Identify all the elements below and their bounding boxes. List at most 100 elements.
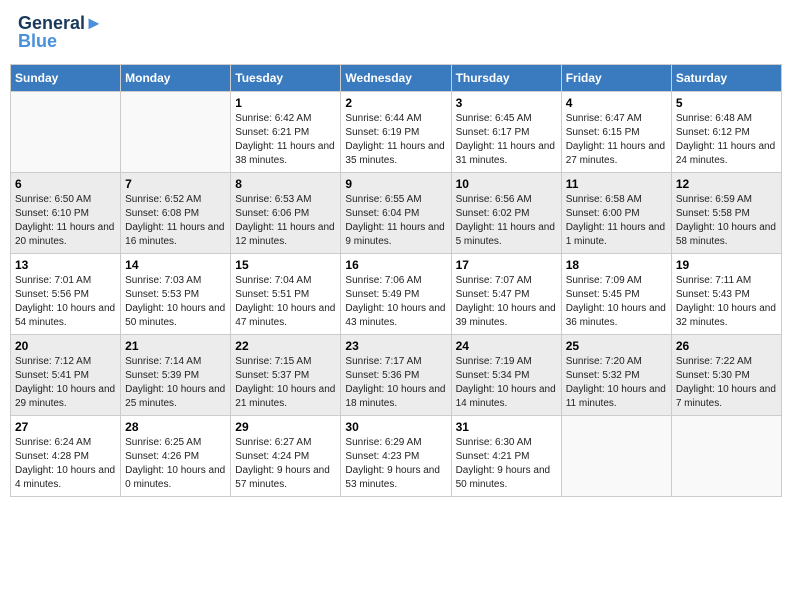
day-info: Sunrise: 6:47 AMSunset: 6:15 PMDaylight:… [566, 112, 667, 168]
day-number: 28 [125, 420, 226, 434]
day-number: 14 [125, 258, 226, 272]
day-number: 16 [345, 258, 446, 272]
day-number: 22 [235, 339, 336, 353]
day-number: 12 [676, 177, 777, 191]
day-info: Sunrise: 7:11 AMSunset: 5:43 PMDaylight:… [676, 274, 777, 330]
day-number: 2 [345, 96, 446, 110]
day-info: Sunrise: 6:48 AMSunset: 6:12 PMDaylight:… [676, 112, 777, 168]
day-info: Sunrise: 7:20 AMSunset: 5:32 PMDaylight:… [566, 355, 667, 411]
day-number: 31 [456, 420, 557, 434]
day-info: Sunrise: 6:55 AMSunset: 6:04 PMDaylight:… [345, 193, 446, 249]
day-info: Sunrise: 7:03 AMSunset: 5:53 PMDaylight:… [125, 274, 226, 330]
calendar-cell: 17 Sunrise: 7:07 AMSunset: 5:47 PMDayligh… [451, 253, 561, 334]
day-info: Sunrise: 6:42 AMSunset: 6:21 PMDaylight:… [235, 112, 336, 168]
day-number: 7 [125, 177, 226, 191]
day-number: 13 [15, 258, 116, 272]
day-info: Sunrise: 7:22 AMSunset: 5:30 PMDaylight:… [676, 355, 777, 411]
day-info: Sunrise: 7:17 AMSunset: 5:36 PMDaylight:… [345, 355, 446, 411]
calendar-cell: 26 Sunrise: 7:22 AMSunset: 5:30 PMDayligh… [671, 334, 781, 415]
day-info: Sunrise: 7:15 AMSunset: 5:37 PMDaylight:… [235, 355, 336, 411]
calendar-cell [121, 91, 231, 172]
calendar-cell: 15 Sunrise: 7:04 AMSunset: 5:51 PMDayligh… [231, 253, 341, 334]
weekday-header-saturday: Saturday [671, 64, 781, 91]
calendar-cell: 16Sunrise: 7:06 AMSunset: 5:49 PMDayligh… [341, 253, 451, 334]
day-number: 1 [235, 96, 336, 110]
day-info: Sunrise: 6:58 AMSunset: 6:00 PMDaylight:… [566, 193, 667, 249]
calendar-cell: 7 Sunrise: 6:52 AMSunset: 6:08 PMDaylight… [121, 172, 231, 253]
calendar-cell: 4 Sunrise: 6:47 AMSunset: 6:15 PMDaylight… [561, 91, 671, 172]
day-number: 23 [345, 339, 446, 353]
day-info: Sunrise: 6:45 AMSunset: 6:17 PMDaylight:… [456, 112, 557, 168]
day-info: Sunrise: 6:44 AMSunset: 6:19 PMDaylight:… [345, 112, 446, 168]
day-number: 19 [676, 258, 777, 272]
calendar-cell: 2 Sunrise: 6:44 AMSunset: 6:19 PMDaylight… [341, 91, 451, 172]
day-number: 3 [456, 96, 557, 110]
day-info: Sunrise: 7:01 AMSunset: 5:56 PMDaylight:… [15, 274, 116, 330]
calendar-cell [561, 415, 671, 496]
day-number: 24 [456, 339, 557, 353]
day-number: 9 [345, 177, 446, 191]
weekday-header-wednesday: Wednesday [341, 64, 451, 91]
weekday-header-monday: Monday [121, 64, 231, 91]
page-header: General► Blue [10, 10, 782, 56]
day-number: 26 [676, 339, 777, 353]
day-number: 5 [676, 96, 777, 110]
calendar-cell: 3 Sunrise: 6:45 AMSunset: 6:17 PMDaylight… [451, 91, 561, 172]
day-info: Sunrise: 6:53 AMSunset: 6:06 PMDaylight:… [235, 193, 336, 249]
calendar-cell: 30Sunrise: 6:29 AMSunset: 4:23 PMDayligh… [341, 415, 451, 496]
calendar-cell: 9 Sunrise: 6:55 AMSunset: 6:04 PMDaylight… [341, 172, 451, 253]
calendar-cell [11, 91, 121, 172]
day-info: Sunrise: 7:09 AMSunset: 5:45 PMDaylight:… [566, 274, 667, 330]
weekday-header-thursday: Thursday [451, 64, 561, 91]
calendar-cell: 6 Sunrise: 6:50 AMSunset: 6:10 PMDaylight… [11, 172, 121, 253]
day-info: Sunrise: 7:12 AMSunset: 5:41 PMDaylight:… [15, 355, 116, 411]
day-number: 30 [345, 420, 446, 434]
calendar-cell: 14 Sunrise: 7:03 AMSunset: 5:53 PMDayligh… [121, 253, 231, 334]
day-info: Sunrise: 6:25 AMSunset: 4:26 PMDaylight:… [125, 436, 226, 492]
day-info: Sunrise: 6:59 AMSunset: 5:58 PMDaylight:… [676, 193, 777, 249]
calendar-cell: 22 Sunrise: 7:15 AMSunset: 5:37 PMDayligh… [231, 334, 341, 415]
day-number: 17 [456, 258, 557, 272]
day-number: 6 [15, 177, 116, 191]
day-number: 11 [566, 177, 667, 191]
day-number: 25 [566, 339, 667, 353]
day-info: Sunrise: 6:30 AMSunset: 4:21 PMDaylight:… [456, 436, 557, 492]
day-info: Sunrise: 7:04 AMSunset: 5:51 PMDaylight:… [235, 274, 336, 330]
calendar-cell: 31 Sunrise: 6:30 AMSunset: 4:21 PMDayligh… [451, 415, 561, 496]
calendar-cell: 11 Sunrise: 6:58 AMSunset: 6:00 PMDayligh… [561, 172, 671, 253]
calendar-cell: 19 Sunrise: 7:11 AMSunset: 5:43 PMDayligh… [671, 253, 781, 334]
calendar-cell: 8 Sunrise: 6:53 AMSunset: 6:06 PMDaylight… [231, 172, 341, 253]
day-number: 27 [15, 420, 116, 434]
calendar-cell: 24 Sunrise: 7:19 AMSunset: 5:34 PMDayligh… [451, 334, 561, 415]
day-info: Sunrise: 6:27 AMSunset: 4:24 PMDaylight:… [235, 436, 336, 492]
calendar-cell: 21Sunrise: 7:14 AMSunset: 5:39 PMDayligh… [121, 334, 231, 415]
calendar-cell: 23 Sunrise: 7:17 AMSunset: 5:36 PMDayligh… [341, 334, 451, 415]
weekday-header-sunday: Sunday [11, 64, 121, 91]
calendar-cell: 28 Sunrise: 6:25 AMSunset: 4:26 PMDayligh… [121, 415, 231, 496]
calendar-cell: 18Sunrise: 7:09 AMSunset: 5:45 PMDayligh… [561, 253, 671, 334]
calendar-cell: 12 Sunrise: 6:59 AMSunset: 5:58 PMDayligh… [671, 172, 781, 253]
day-number: 21 [125, 339, 226, 353]
day-number: 20 [15, 339, 116, 353]
day-number: 29 [235, 420, 336, 434]
calendar-cell: 13 Sunrise: 7:01 AMSunset: 5:56 PMDayligh… [11, 253, 121, 334]
calendar-cell [671, 415, 781, 496]
day-number: 15 [235, 258, 336, 272]
day-info: Sunrise: 7:19 AMSunset: 5:34 PMDaylight:… [456, 355, 557, 411]
calendar-cell: 20 Sunrise: 7:12 AMSunset: 5:41 PMDayligh… [11, 334, 121, 415]
logo-line2: Blue [18, 32, 103, 52]
day-info: Sunrise: 6:52 AMSunset: 6:08 PMDaylight:… [125, 193, 226, 249]
calendar-table: SundayMondayTuesdayWednesdayThursdayFrid… [10, 64, 782, 497]
day-info: Sunrise: 6:50 AMSunset: 6:10 PMDaylight:… [15, 193, 116, 249]
calendar-cell: 25 Sunrise: 7:20 AMSunset: 5:32 PMDayligh… [561, 334, 671, 415]
day-number: 8 [235, 177, 336, 191]
calendar-cell: 5 Sunrise: 6:48 AMSunset: 6:12 PMDaylight… [671, 91, 781, 172]
day-info: Sunrise: 6:56 AMSunset: 6:02 PMDaylight:… [456, 193, 557, 249]
day-info: Sunrise: 7:07 AMSunset: 5:47 PMDaylight:… [456, 274, 557, 330]
logo: General► Blue [18, 14, 103, 52]
day-number: 4 [566, 96, 667, 110]
calendar-cell: 1 Sunrise: 6:42 AMSunset: 6:21 PMDaylight… [231, 91, 341, 172]
day-info: Sunrise: 6:24 AMSunset: 4:28 PMDaylight:… [15, 436, 116, 492]
calendar-cell: 27 Sunrise: 6:24 AMSunset: 4:28 PMDayligh… [11, 415, 121, 496]
weekday-header-tuesday: Tuesday [231, 64, 341, 91]
